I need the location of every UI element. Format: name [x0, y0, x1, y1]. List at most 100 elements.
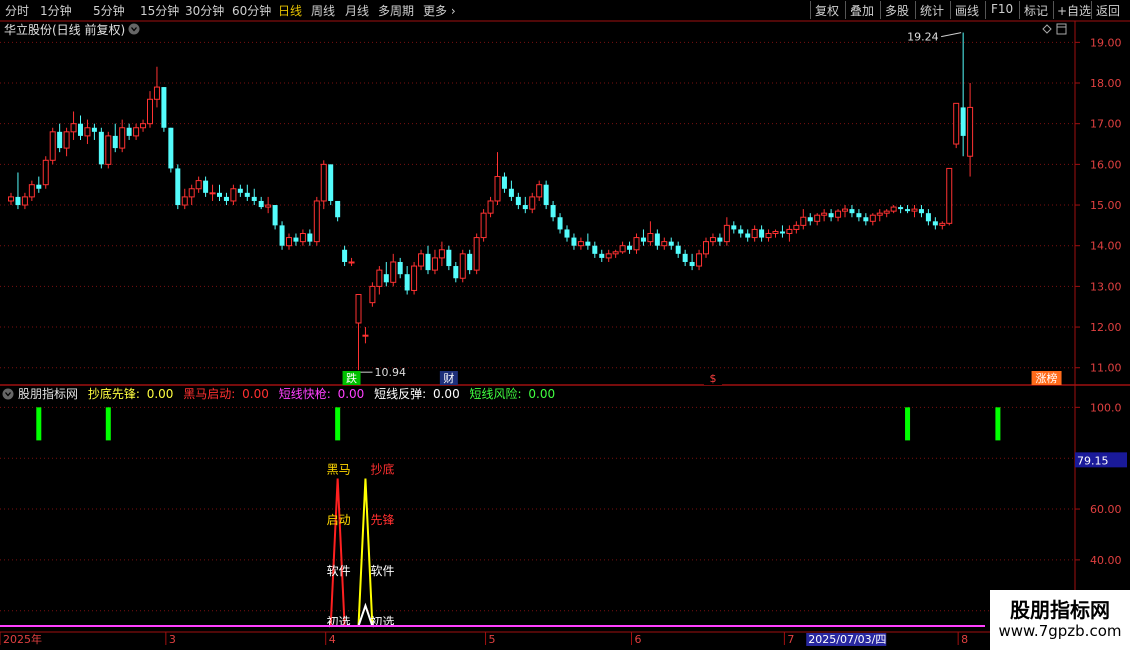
signal-bar [36, 407, 42, 441]
candle-body-up [28, 184, 35, 198]
event-marker-label: 财 [443, 371, 454, 385]
candle-body-up [835, 210, 842, 218]
candle-body-up [8, 196, 14, 202]
signal-bar [905, 407, 911, 441]
candle-body-up [21, 196, 28, 206]
candle-body-down [717, 237, 723, 242]
candle-body-up [313, 200, 320, 243]
indicator-tick-label: 60.00 [1090, 503, 1122, 516]
candle-body-up [133, 127, 140, 137]
candle-body-up [140, 123, 147, 129]
candle-body-down [244, 192, 250, 197]
candle-body-up [362, 334, 369, 337]
candle-body-up [661, 241, 668, 247]
price-tick-label: 17.00 [1090, 118, 1122, 131]
watermark-title: 股朋指标网 [1010, 598, 1110, 622]
candle-body-up [612, 251, 619, 255]
panel-toggle-icon[interactable] [1056, 23, 1067, 35]
candle-body-up [723, 224, 730, 243]
price-tick-label: 13.00 [1090, 280, 1122, 293]
legend-value-fantan: 0.00 [433, 387, 460, 401]
candle-body-up [195, 180, 202, 190]
high-annotation: 19.24 [907, 31, 962, 44]
spike-text-heima: 启动 [327, 513, 351, 527]
time-tick-label: 6 [635, 633, 642, 646]
indicator-spikes [329, 478, 374, 627]
candle-body-down [15, 196, 21, 206]
candle-body-up [390, 261, 397, 283]
candle-body-down [960, 107, 966, 136]
stock-title[interactable]: 华立股份(日线 前复权) [4, 22, 125, 37]
legend-name-chaodi: 抄底先锋: [88, 386, 140, 401]
candle-body-up [480, 212, 487, 239]
candle-body-up [348, 261, 355, 264]
time-tick-label: 5 [489, 633, 496, 646]
candle-body-up [842, 208, 848, 212]
candle-body-down [592, 245, 598, 254]
candle-body-up [49, 131, 56, 161]
candle-body-up [911, 208, 918, 212]
legend-name-fengxian: 短线风险: [470, 386, 522, 401]
candle-body-down [682, 253, 688, 262]
candle-body-down [627, 245, 633, 250]
time-tick-label: 7 [787, 633, 794, 646]
candle-body-down [36, 184, 42, 189]
price-tick-label: 11.00 [1090, 362, 1122, 375]
candle-body-up [376, 269, 383, 287]
candle-body-down [328, 164, 334, 201]
candle-body-down [293, 237, 299, 242]
candle-body-up [411, 265, 418, 291]
chart-canvas[interactable]: 华立股份(日线 前复权) 19.00 18.00 17.00 16.00 15.00 14… [0, 0, 1130, 650]
price-tick-label: 18.00 [1090, 77, 1122, 90]
candle-body-up [953, 102, 960, 145]
price-axis-labels: 19.00 18.00 17.00 16.00 15.00 14.00 13.00 12.00… [1075, 36, 1122, 375]
candle-body-up [42, 159, 49, 186]
watermark-url: www.7gpzb.com [998, 622, 1122, 640]
candle-body-up [946, 167, 953, 224]
candle-body-down [898, 207, 904, 210]
candle-body-up [536, 184, 543, 198]
indicator-menu-icon[interactable] [2, 388, 14, 400]
candle-body-up [188, 188, 195, 198]
indicator-axis-labels: 100.080.0060.0040.0020.00 [1075, 401, 1122, 618]
candle-body-down [550, 205, 556, 218]
candle-body-down [522, 205, 528, 210]
candle-body-down [571, 237, 577, 246]
legend-value-chaodi: 0.00 [147, 387, 174, 401]
candle-body-down [501, 176, 507, 189]
date-highlight-label: 2025/07/03/四 [808, 633, 886, 646]
low-price-label: 10.94 [375, 366, 407, 379]
candle-body-up [487, 200, 494, 214]
candle-body-down [112, 135, 118, 149]
candle-body-down [856, 213, 862, 218]
indicator-gridlines [0, 406, 1075, 612]
candle-body-down [543, 184, 549, 206]
title-dropdown-icon[interactable] [128, 23, 140, 35]
candle-body-down [446, 249, 452, 267]
candle-body-down [91, 127, 97, 132]
current-value-label: 79.15 [1077, 454, 1109, 467]
diamond-icon[interactable] [1042, 24, 1052, 34]
indicator-tick-label: 100.0 [1090, 401, 1122, 414]
candle-body-up [821, 212, 828, 216]
candle-body-up [696, 253, 703, 267]
candle-body-down [640, 237, 646, 242]
event-marker-label: 涨榜 [1036, 371, 1058, 385]
candle-body-down [404, 274, 410, 291]
candle-body-down [779, 231, 785, 234]
candle-body-up [355, 294, 362, 324]
candle-body-down [223, 196, 229, 201]
indicator-name[interactable]: 股朋指标网 [18, 386, 78, 401]
time-tick-label: 4 [329, 633, 336, 646]
candle-body-up [814, 214, 821, 222]
spike-text-heima: 软件 [327, 564, 351, 578]
candle-body-down [689, 261, 695, 267]
candle-body-down [335, 200, 341, 218]
candle-body-up [265, 204, 272, 208]
candle-body-down [383, 274, 389, 283]
candle-body-down [453, 266, 459, 279]
candle-body-down [168, 127, 174, 169]
candle-body-up [605, 253, 612, 259]
candle-body-up [793, 224, 800, 230]
candle-body-down [467, 253, 473, 271]
